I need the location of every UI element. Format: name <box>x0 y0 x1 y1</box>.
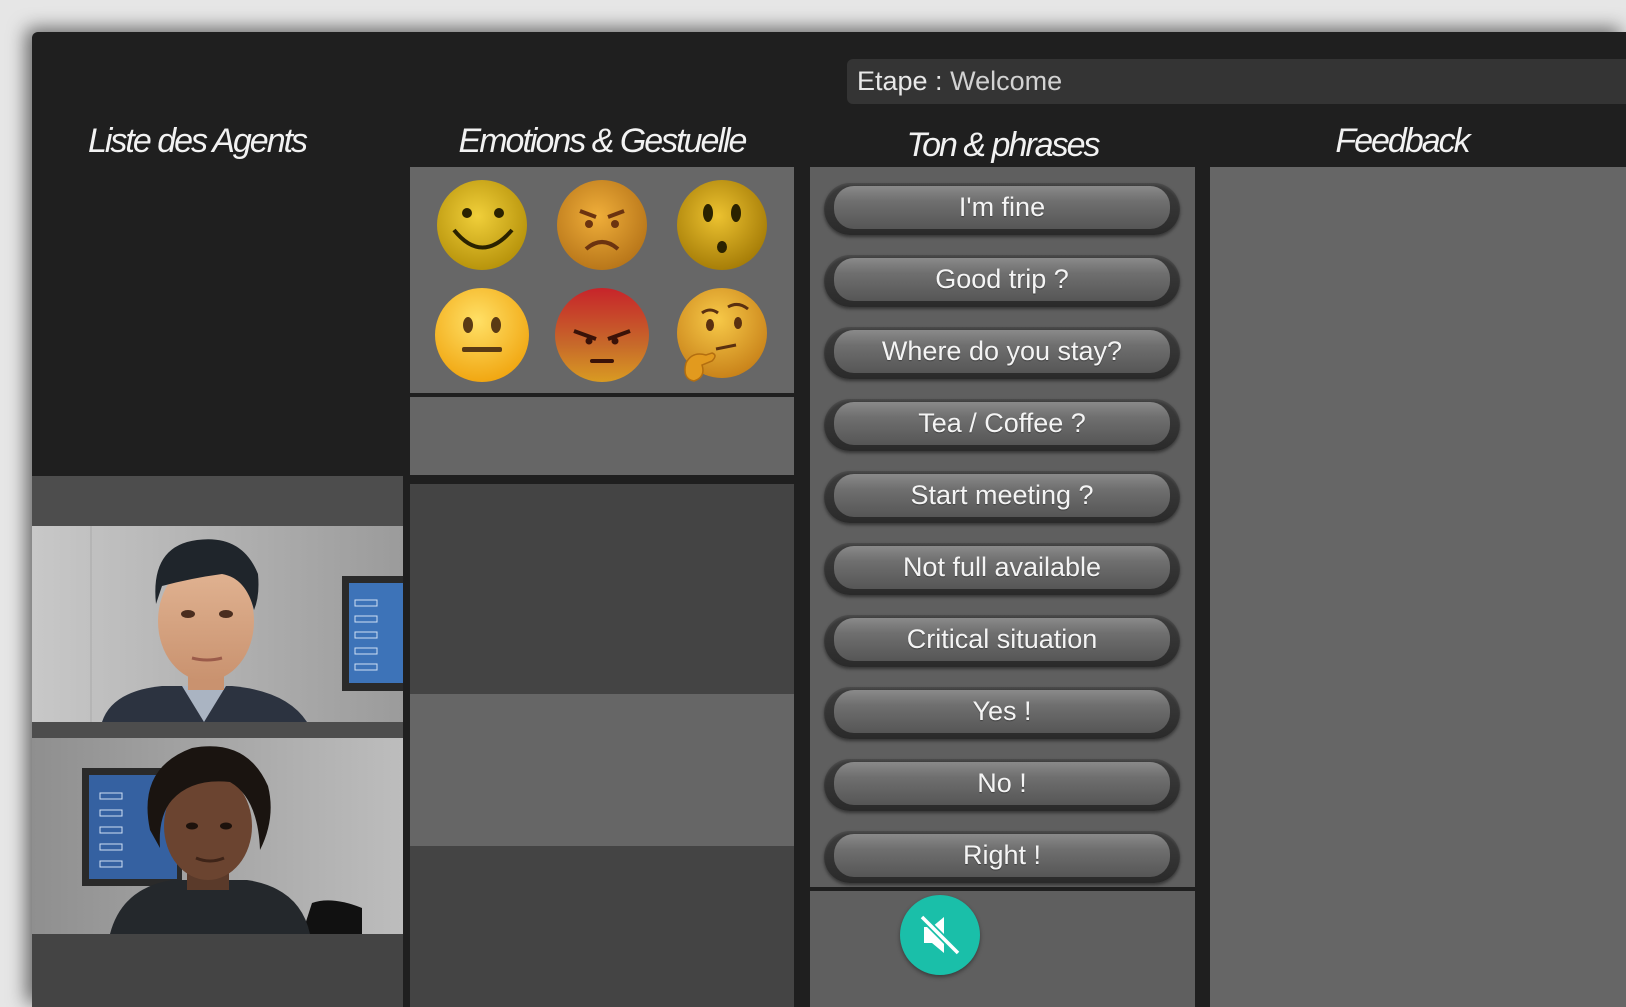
phrase-label: Right ! <box>834 834 1170 877</box>
phrase-label: Critical situation <box>834 618 1170 661</box>
phrase-button-tea-coffee[interactable]: Tea / Coffee ? <box>824 399 1180 451</box>
phrase-label: Yes ! <box>834 690 1170 733</box>
neutral-emoji[interactable] <box>432 285 532 385</box>
stage-value: Welcome <box>950 66 1063 96</box>
phrase-button-critical-situation[interactable]: Critical situation <box>824 615 1180 667</box>
phrase-label: Good trip ? <box>834 258 1170 301</box>
audio-controls <box>810 891 1195 1007</box>
phrase-label: Tea / Coffee ? <box>834 402 1170 445</box>
surprised-emoji[interactable] <box>672 175 772 275</box>
annoyed-emoji[interactable] <box>552 175 652 275</box>
gesture-slot-1 <box>410 397 794 475</box>
phrase-button-not-full-available[interactable]: Not full available <box>824 543 1180 595</box>
smile-emoji[interactable] <box>432 175 532 275</box>
gesture-slot-4 <box>410 846 794 1007</box>
app-screen: Etape : Welcome Liste des Agents Emotion… <box>32 32 1626 1007</box>
feedback-column-title: Feedback <box>1335 122 1470 160</box>
emotions-grid <box>410 167 794 393</box>
gesture-slot-2 <box>410 484 794 694</box>
phrase-label: Not full available <box>834 546 1170 589</box>
phrase-label: Start meeting ? <box>834 474 1170 517</box>
mute-button[interactable] <box>900 895 980 975</box>
agents-column-title: Liste des Agents <box>87 122 308 160</box>
angry-emoji[interactable] <box>552 285 652 385</box>
agents-divider <box>32 722 403 738</box>
phrase-button-right[interactable]: Right ! <box>824 831 1180 883</box>
stage-label: Etape : <box>857 66 943 96</box>
agent-female-view[interactable] <box>32 738 403 934</box>
phrase-button-good-trip[interactable]: Good trip ? <box>824 255 1180 307</box>
phrase-label: Where do you stay? <box>834 330 1170 373</box>
phrase-label: No ! <box>834 762 1170 805</box>
gesture-slot-3 <box>410 694 794 846</box>
phrase-button-no[interactable]: No ! <box>824 759 1180 811</box>
phrase-button-start-meeting[interactable]: Start meeting ? <box>824 471 1180 523</box>
agents-list <box>32 476 403 1007</box>
speaker-muted-icon <box>919 914 961 956</box>
phrases-column-title: Ton & phrases <box>906 126 1101 164</box>
phrase-button-yes[interactable]: Yes ! <box>824 687 1180 739</box>
phrase-label: I'm fine <box>834 186 1170 229</box>
feedback-panel <box>1210 167 1626 1007</box>
emotions-column-title: Emotions & Gestuelle <box>458 122 748 160</box>
phrases-list: I'm fine Good trip ? Where do you stay? … <box>810 167 1195 887</box>
phrase-button-where-do-you-stay[interactable]: Where do you stay? <box>824 327 1180 379</box>
agent-male-view[interactable] <box>32 526 403 722</box>
phrase-button-im-fine[interactable]: I'm fine <box>824 183 1180 235</box>
agents-list-header <box>32 476 403 526</box>
agents-list-footer <box>32 934 403 1007</box>
thinking-emoji[interactable] <box>672 285 772 385</box>
stage-bar: Etape : Welcome <box>847 59 1626 104</box>
